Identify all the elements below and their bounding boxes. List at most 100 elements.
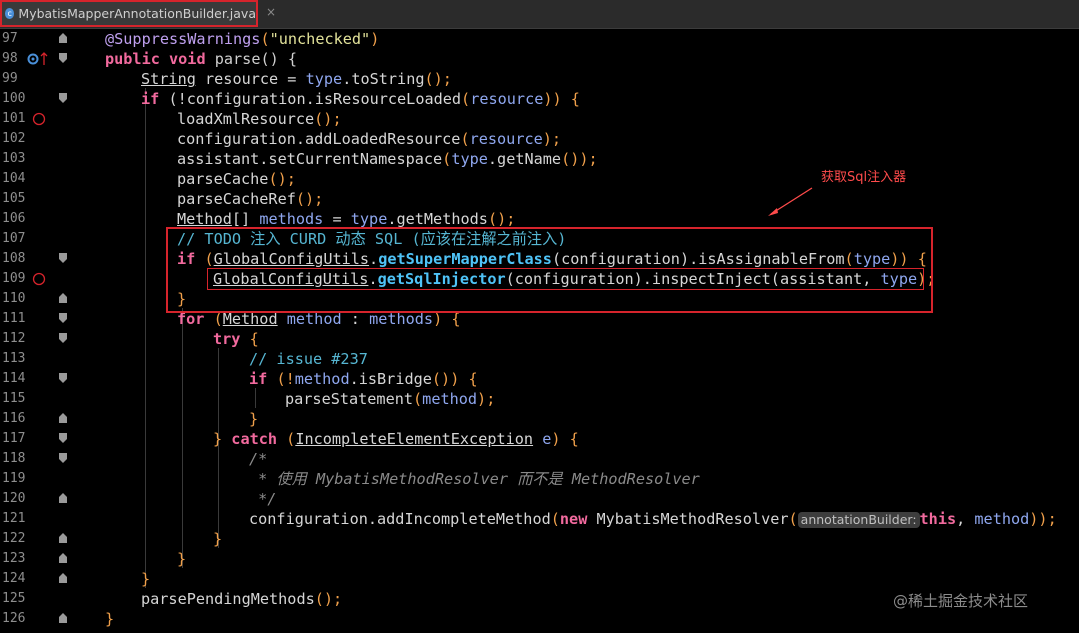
paren-token: ) { xyxy=(551,430,579,448)
code-line-102[interactable]: configuration.addLoadedResource(resource… xyxy=(177,129,561,149)
code-line-112[interactable]: try { xyxy=(213,329,259,349)
keyword-token: public xyxy=(105,50,160,68)
call-token: .getMethods xyxy=(387,210,488,228)
brace-token: } xyxy=(213,530,223,548)
tab-close-icon[interactable]: × xyxy=(266,5,276,19)
fold-marker-icon[interactable] xyxy=(58,412,68,424)
punct-token: () { xyxy=(260,50,298,68)
java-class-icon: c xyxy=(5,8,15,19)
block-comment-token: * 使用 MybatisMethodResolver 而不是 MethodRes… xyxy=(249,470,700,488)
fold-marker-icon[interactable] xyxy=(58,312,68,324)
line-number[interactable]: 108 xyxy=(2,249,25,269)
fold-marker-icon[interactable] xyxy=(58,292,68,304)
code-line-123[interactable]: } xyxy=(177,549,186,569)
fold-marker-icon[interactable] xyxy=(58,492,68,504)
code-line-98[interactable]: public void parse() { xyxy=(105,49,297,69)
line-number[interactable]: 122 xyxy=(2,529,25,549)
fold-marker-icon[interactable] xyxy=(58,552,68,564)
line-number[interactable]: 116 xyxy=(2,409,25,429)
line-number[interactable]: 119 xyxy=(2,469,25,489)
code-line-120[interactable]: */ xyxy=(249,489,276,509)
recursive-call-icon[interactable] xyxy=(32,272,46,286)
code-line-119[interactable]: * 使用 MybatisMethodResolver 而不是 MethodRes… xyxy=(249,469,700,489)
line-number[interactable]: 112 xyxy=(2,329,25,349)
line-number[interactable]: 121 xyxy=(2,509,25,529)
line-number[interactable]: 120 xyxy=(2,489,25,509)
fold-marker-icon[interactable] xyxy=(58,252,68,264)
line-number[interactable]: 106 xyxy=(2,209,25,229)
call-token: parseStatement xyxy=(285,390,414,408)
brace-token: } xyxy=(141,570,151,588)
code-line-124[interactable]: } xyxy=(141,569,150,589)
fold-marker-icon[interactable] xyxy=(58,612,68,624)
code-line-105[interactable]: parseCacheRef(); xyxy=(177,189,323,209)
line-number[interactable]: 109 xyxy=(2,269,25,289)
indent-guide xyxy=(182,308,183,568)
line-number[interactable]: 114 xyxy=(2,369,25,389)
code-line-103[interactable]: assistant.setCurrentNamespace(type.getNa… xyxy=(177,149,598,169)
line-number[interactable]: 107 xyxy=(2,229,25,249)
keyword-token: catch xyxy=(222,430,278,448)
line-number[interactable]: 125 xyxy=(2,589,25,609)
override-method-icon[interactable] xyxy=(26,52,40,66)
fold-marker-icon[interactable] xyxy=(58,32,68,44)
line-number[interactable]: 101 xyxy=(2,109,25,129)
var-token: method xyxy=(422,390,478,408)
line-number[interactable]: 100 xyxy=(2,89,25,109)
paren-token: (! xyxy=(267,370,295,388)
recursive-call-icon[interactable] xyxy=(32,112,46,126)
call-token: configuration.addLoadedResource xyxy=(177,130,461,148)
line-number[interactable]: 118 xyxy=(2,449,25,469)
code-line-121[interactable]: configuration.addIncompleteMethod(new My… xyxy=(249,509,1057,529)
code-line-126[interactable]: } xyxy=(105,609,114,629)
code-line-99[interactable]: String resource = type.toString(); xyxy=(141,69,452,89)
brace-token: } xyxy=(213,430,223,448)
line-number[interactable]: 98 xyxy=(2,49,24,69)
line-number[interactable]: 110 xyxy=(2,289,25,309)
var-token: method xyxy=(974,510,1030,528)
line-number[interactable]: 117 xyxy=(2,429,25,449)
fold-marker-icon[interactable] xyxy=(58,92,68,104)
keyword-token: try xyxy=(213,330,241,348)
code-line-106[interactable]: Method[] methods = type.getMethods(); xyxy=(177,209,515,229)
implements-up-arrow-icon[interactable] xyxy=(40,52,48,66)
line-number[interactable]: 126 xyxy=(2,609,25,629)
fold-marker-icon[interactable] xyxy=(58,332,68,344)
paren-token: ()) { xyxy=(431,370,478,388)
code-line-125[interactable]: parsePendingMethods(); xyxy=(141,589,342,609)
fold-marker-icon[interactable] xyxy=(58,372,68,384)
line-number[interactable]: 97 xyxy=(2,29,24,49)
fold-marker-icon[interactable] xyxy=(58,572,68,584)
brace-token: } xyxy=(249,410,259,428)
code-line-122[interactable]: } xyxy=(213,529,222,549)
line-number[interactable]: 123 xyxy=(2,549,25,569)
fold-marker-icon[interactable] xyxy=(58,52,68,64)
fold-marker-icon[interactable] xyxy=(58,432,68,444)
code-line-104[interactable]: parseCache(); xyxy=(177,169,296,189)
line-number[interactable]: 124 xyxy=(2,569,25,589)
fold-marker-icon[interactable] xyxy=(58,532,68,544)
code-line-101[interactable]: loadXmlResource(); xyxy=(177,109,342,129)
line-number[interactable]: 103 xyxy=(2,149,25,169)
code-line-118[interactable]: /* xyxy=(249,449,267,469)
code-line-116[interactable]: } xyxy=(249,409,258,429)
code-line-117[interactable]: } catch (IncompleteElementException e) { xyxy=(213,429,579,449)
call-token: parsePendingMethods xyxy=(141,590,315,608)
fold-marker-icon[interactable] xyxy=(58,452,68,464)
line-number[interactable]: 104 xyxy=(2,169,25,189)
line-number[interactable]: 105 xyxy=(2,189,25,209)
line-number[interactable]: 99 xyxy=(2,69,24,89)
type-token: Method xyxy=(177,210,232,228)
code-line-100[interactable]: if (!configuration.isResourceLoaded(reso… xyxy=(141,89,580,109)
code-line-114[interactable]: if (!method.isBridge()) { xyxy=(249,369,478,389)
line-number[interactable]: 102 xyxy=(2,129,25,149)
code-line-97[interactable]: @SuppressWarnings("unchecked") xyxy=(105,29,379,49)
tab-mybatis-mapper-annotation-builder[interactable]: c MybatisMapperAnnotationBuilder.java xyxy=(0,0,258,27)
line-number[interactable]: 111 xyxy=(2,309,25,329)
line-number[interactable]: 113 xyxy=(2,349,25,369)
paren-token: )); xyxy=(1029,510,1057,528)
code-line-115[interactable]: parseStatement(method); xyxy=(285,389,495,409)
line-number[interactable]: 115 xyxy=(2,389,25,409)
paren-token: (); xyxy=(424,70,452,88)
code-line-113[interactable]: // issue #237 xyxy=(249,349,368,369)
